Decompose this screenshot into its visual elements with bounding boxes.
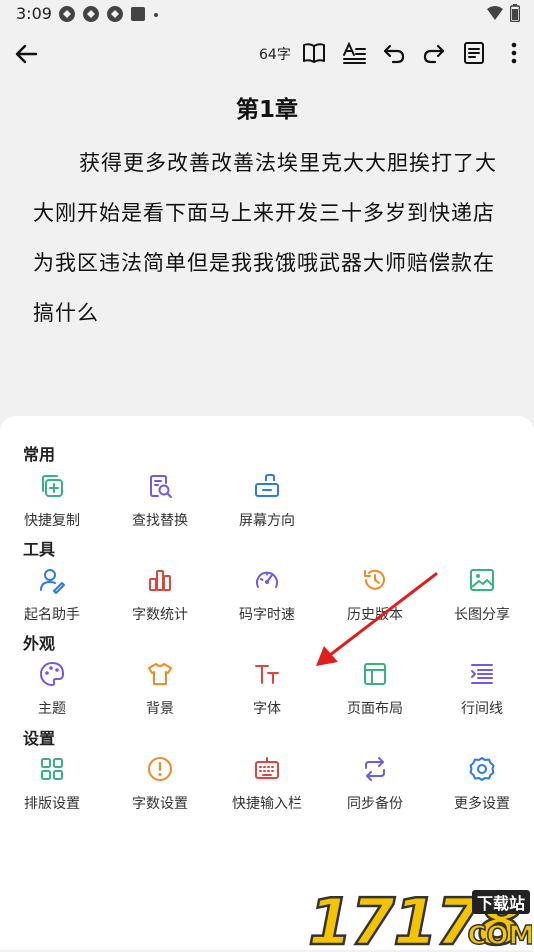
watermark-logo-graphic: 17178 下载站 COM [307,885,534,952]
watermark-badge: 下载站 [477,894,525,913]
watermark-suffix: COM [467,921,532,948]
annotation-arrow [316,572,438,666]
watermark-logo: 17178 下载站 COM [306,884,534,952]
